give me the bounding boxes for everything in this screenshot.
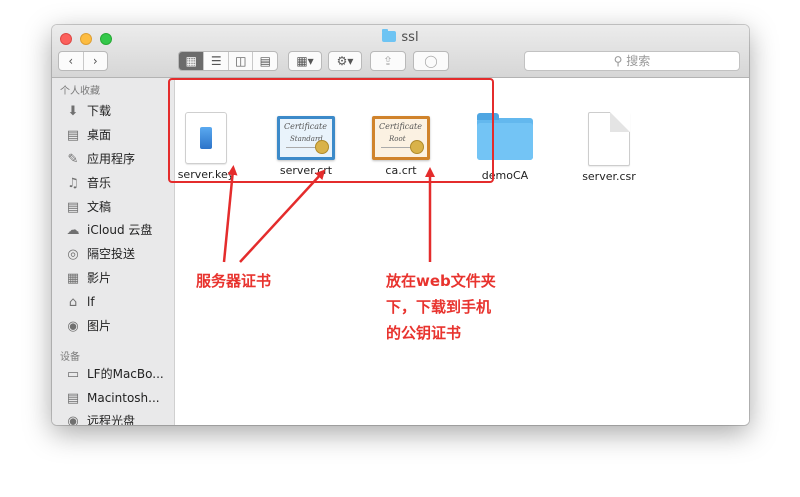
arrow-to-server-crt	[239, 169, 326, 263]
annotation-server-cert: 服务器证书	[196, 272, 272, 290]
arrow-to-server-key	[222, 165, 238, 263]
annotation-arrows	[222, 165, 435, 263]
annotation-public-key: 放在web文件夹 下，下载到手机 的公钥证书	[386, 272, 496, 342]
